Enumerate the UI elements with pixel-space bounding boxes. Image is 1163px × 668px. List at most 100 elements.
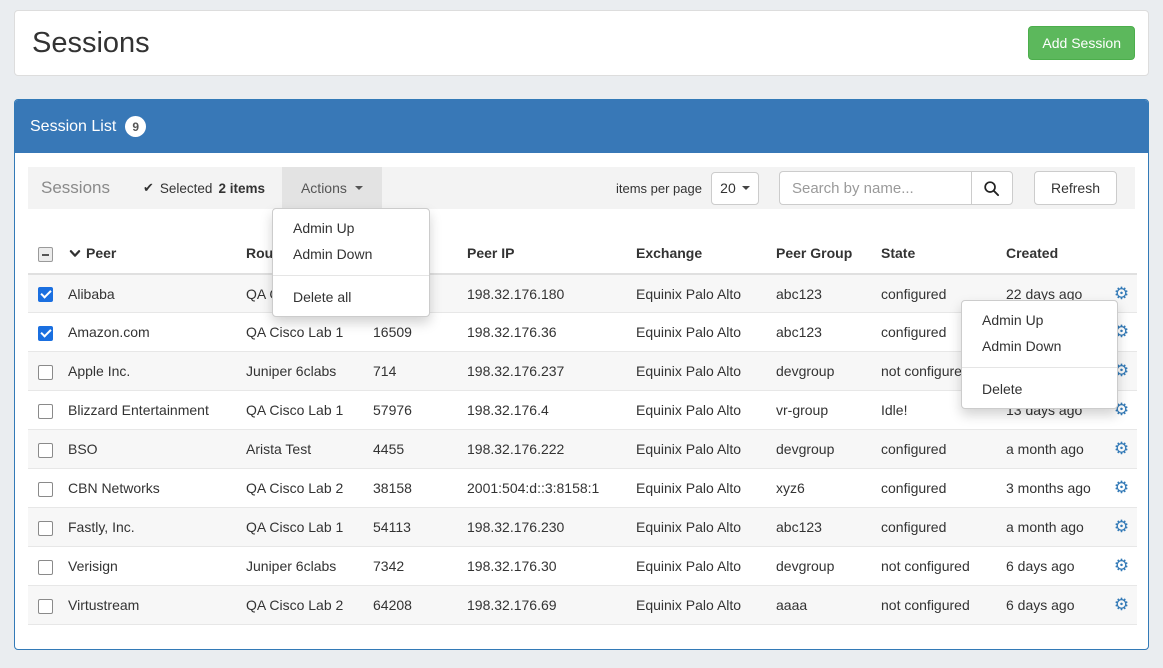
cell-peer-group: xyz6	[776, 469, 881, 508]
cell-peer: Fastly, Inc.	[68, 508, 246, 547]
cell-router: QA Cisco Lab 1	[246, 313, 373, 352]
menu-item-admin-up[interactable]: Admin Up	[962, 307, 1117, 333]
sort-descending-icon	[68, 247, 82, 260]
cell-peer-ip: 198.32.176.222	[467, 430, 636, 469]
row-checkbox[interactable]	[38, 521, 53, 536]
cell-created: 6 days ago	[1006, 547, 1106, 586]
menu-item-delete-all[interactable]: Delete all	[273, 284, 429, 310]
page: Sessions Add Session Session List 9 Sess…	[0, 0, 1163, 668]
menu-item-admin-down[interactable]: Admin Down	[273, 241, 429, 267]
header-state[interactable]: State	[881, 238, 1006, 274]
cell-exchange: Equinix Palo Alto	[636, 430, 776, 469]
row-actions-gear-icon[interactable]: ⚙	[1114, 478, 1129, 498]
cell-exchange: Equinix Palo Alto	[636, 586, 776, 625]
toolbar-title: Sessions	[28, 178, 110, 198]
cell-exchange: Equinix Palo Alto	[636, 547, 776, 586]
cell-created: 6 days ago	[1006, 586, 1106, 625]
refresh-button[interactable]: Refresh	[1034, 171, 1117, 205]
cell-peer: CBN Networks	[68, 469, 246, 508]
cell-peer-group: abc123	[776, 508, 881, 547]
header-peer-group[interactable]: Peer Group	[776, 238, 881, 274]
row-checkbox[interactable]	[38, 326, 53, 341]
toolbar: Sessions ✔ Selected 2 items Actions item…	[28, 167, 1135, 209]
select-all-checkbox[interactable]	[38, 247, 53, 262]
table-row: CBN NetworksQA Cisco Lab 2381582001:504:…	[28, 469, 1137, 508]
cell-exchange: Equinix Palo Alto	[636, 352, 776, 391]
row-checkbox[interactable]	[38, 287, 53, 302]
row-checkbox[interactable]	[38, 404, 53, 419]
row-checkbox[interactable]	[38, 443, 53, 458]
cell-asn: 16509	[373, 313, 467, 352]
header-actions	[1106, 238, 1137, 274]
cell-state: not configured	[881, 586, 1006, 625]
table-row: VirtustreamQA Cisco Lab 264208198.32.176…	[28, 586, 1137, 625]
row-checkbox[interactable]	[38, 365, 53, 380]
menu-item-admin-down[interactable]: Admin Down	[962, 333, 1117, 359]
cell-router: QA Cisco Lab 2	[246, 469, 373, 508]
add-session-button[interactable]: Add Session	[1028, 26, 1135, 60]
cell-state: not configured	[881, 547, 1006, 586]
actions-dropdown-menu: Admin UpAdmin Down Delete all	[272, 208, 430, 317]
cell-state: configured	[881, 469, 1006, 508]
panel-heading: Session List 9	[15, 100, 1148, 153]
cell-exchange: Equinix Palo Alto	[636, 508, 776, 547]
row-actions-gear-icon[interactable]: ⚙	[1114, 595, 1129, 615]
page-size-value: 20	[720, 180, 736, 196]
cell-peer-group: abc123	[776, 274, 881, 313]
cell-state: configured	[881, 430, 1006, 469]
cell-peer: Verisign	[68, 547, 246, 586]
session-count-badge: 9	[125, 116, 146, 137]
search-button[interactable]	[971, 171, 1013, 205]
items-per-page-label: items per page	[616, 181, 702, 196]
cell-peer: BSO	[68, 430, 246, 469]
cell-peer-group: devgroup	[776, 352, 881, 391]
row-checkbox[interactable]	[38, 560, 53, 575]
cell-peer: Alibaba	[68, 274, 246, 313]
cell-created: a month ago	[1006, 508, 1106, 547]
search-group	[779, 171, 1013, 205]
row-actions-gear-icon[interactable]: ⚙	[1114, 556, 1129, 576]
header-peer-ip[interactable]: Peer IP	[467, 238, 636, 274]
selected-summary: ✔ Selected 2 items	[143, 180, 265, 196]
cell-peer: Amazon.com	[68, 313, 246, 352]
cell-peer-ip: 198.32.176.237	[467, 352, 636, 391]
actions-dropdown-button[interactable]: Actions	[282, 167, 382, 209]
row-checkbox[interactable]	[38, 599, 53, 614]
cell-router: Arista Test	[246, 430, 373, 469]
cell-peer-group: abc123	[776, 313, 881, 352]
panel-title: Session List	[30, 118, 116, 136]
cell-asn: 54113	[373, 508, 467, 547]
menu-item-admin-up[interactable]: Admin Up	[273, 215, 429, 241]
row-actions-gear-icon[interactable]: ⚙	[1114, 517, 1129, 537]
table-row: Fastly, Inc.QA Cisco Lab 154113198.32.17…	[28, 508, 1137, 547]
cell-state: configured	[881, 508, 1006, 547]
row-checkbox[interactable]	[38, 482, 53, 497]
check-icon: ✔	[143, 180, 154, 196]
header-peer[interactable]: Peer	[68, 238, 246, 274]
table-row: BSOArista Test4455198.32.176.222Equinix …	[28, 430, 1137, 469]
cell-created: a month ago	[1006, 430, 1106, 469]
cell-peer-ip: 198.32.176.230	[467, 508, 636, 547]
menu-item-delete[interactable]: Delete	[962, 376, 1117, 402]
header-exchange[interactable]: Exchange	[636, 238, 776, 274]
cell-exchange: Equinix Palo Alto	[636, 469, 776, 508]
cell-exchange: Equinix Palo Alto	[636, 391, 776, 430]
cell-asn: 714	[373, 352, 467, 391]
cell-peer-ip: 198.32.176.30	[467, 547, 636, 586]
row-actions-dropdown-menu: Admin UpAdmin Down Delete	[961, 300, 1118, 409]
cell-peer-ip: 2001:504:d::3:8158:1	[467, 469, 636, 508]
cell-peer: Virtustream	[68, 586, 246, 625]
row-actions-gear-icon[interactable]: ⚙	[1114, 439, 1129, 459]
cell-peer-ip: 198.32.176.180	[467, 274, 636, 313]
cell-exchange: Equinix Palo Alto	[636, 274, 776, 313]
session-table: Peer Router ASN Peer IP Exchange Peer Gr…	[28, 238, 1137, 625]
cell-peer-ip: 198.32.176.69	[467, 586, 636, 625]
cell-asn: 4455	[373, 430, 467, 469]
search-input[interactable]	[779, 171, 971, 205]
page-title: Sessions	[32, 27, 150, 60]
cell-asn: 57976	[373, 391, 467, 430]
header-created[interactable]: Created	[1006, 238, 1106, 274]
page-size-select[interactable]: 20	[711, 172, 759, 205]
selected-count: 2 items	[218, 181, 265, 196]
menu-divider	[962, 367, 1117, 368]
